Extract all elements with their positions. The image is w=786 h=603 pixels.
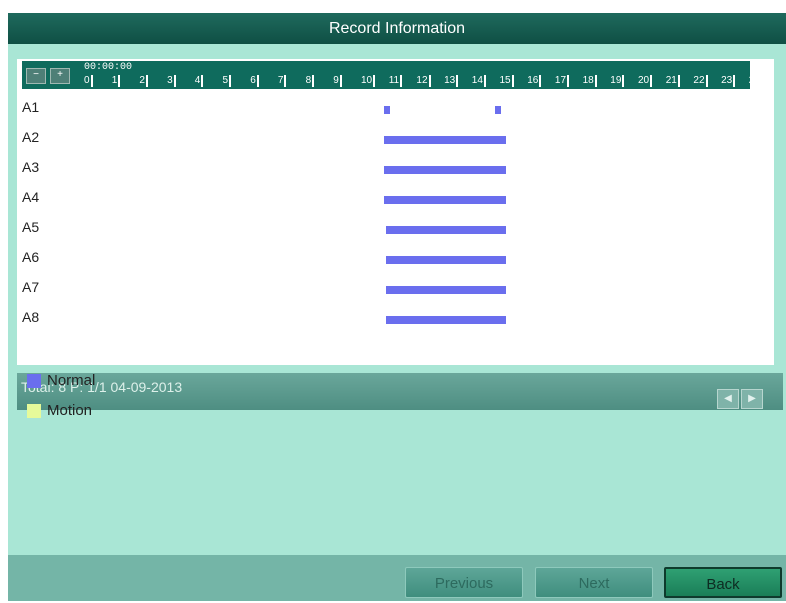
channel-label: A6 bbox=[22, 249, 40, 265]
timeline-header[interactable]: − + 00:00:00 0 1 2 3 4 5 6 7 8 9 10 11 12 13 14 15 16 17 1… bbox=[22, 61, 763, 89]
status-bar: Total: 8 P: 1/1 04-09-2013 ◀ ▶ bbox=[17, 373, 783, 410]
channel-label: A8 bbox=[22, 309, 40, 325]
hour-tick: 3 bbox=[167, 75, 176, 87]
recording-segment[interactable] bbox=[383, 106, 390, 114]
channel-label: A3 bbox=[22, 159, 40, 175]
recording-segment[interactable] bbox=[383, 136, 506, 144]
channel-row[interactable]: A4 bbox=[17, 181, 774, 211]
hour-tick: 7 bbox=[278, 75, 287, 87]
channel-row[interactable]: A7 bbox=[17, 271, 774, 301]
hour-tick: 8 bbox=[306, 75, 315, 87]
recording-segment[interactable] bbox=[386, 316, 506, 324]
channel-row[interactable]: A3 bbox=[17, 151, 774, 181]
back-button[interactable]: Back bbox=[664, 567, 782, 598]
hour-tick: 2 bbox=[139, 75, 148, 87]
recording-segment[interactable] bbox=[383, 196, 506, 204]
hour-tick: 20 bbox=[638, 75, 653, 87]
hour-tick: 24 bbox=[749, 75, 763, 87]
timeline-time-label: 00:00:00 bbox=[84, 62, 133, 73]
legend-motion-label: Motion bbox=[47, 402, 93, 419]
hour-tick: 18 bbox=[583, 75, 597, 87]
window-title: Record Information bbox=[8, 13, 786, 44]
previous-button[interactable]: Previous bbox=[405, 567, 523, 598]
hour-tick: 6 bbox=[250, 75, 259, 87]
channel-label: A7 bbox=[22, 279, 40, 295]
zoom-out-icon[interactable]: − bbox=[26, 68, 46, 84]
channel-row[interactable]: A5 bbox=[17, 211, 774, 241]
hour-tick: 5 bbox=[223, 75, 232, 87]
channel-label: A5 bbox=[22, 219, 40, 235]
status-text: Total: 8 P: 1/1 04-09-2013 bbox=[21, 379, 183, 395]
hour-tick: 10 bbox=[361, 75, 376, 87]
hour-tick: 16 bbox=[527, 75, 542, 87]
recording-segment[interactable] bbox=[386, 286, 506, 294]
bottom-button-bar: Previous Next Back bbox=[8, 555, 786, 601]
hour-tick: 15 bbox=[500, 75, 514, 87]
channel-label: A2 bbox=[22, 129, 40, 145]
legend-motion-swatch bbox=[27, 404, 41, 418]
next-button[interactable]: Next bbox=[535, 567, 653, 598]
recording-segment[interactable] bbox=[494, 106, 502, 114]
hour-tick: 23 bbox=[721, 75, 736, 87]
channel-label: A1 bbox=[22, 99, 40, 115]
hour-tick: 9 bbox=[333, 75, 342, 87]
hour-tick: 1 bbox=[112, 75, 121, 87]
channel-row[interactable]: A8 bbox=[17, 301, 774, 331]
arrow-right-icon[interactable]: ▶ bbox=[741, 389, 763, 409]
hour-tick: 22 bbox=[693, 75, 708, 87]
zoom-in-icon[interactable]: + bbox=[50, 68, 70, 84]
hour-tick: 19 bbox=[610, 75, 625, 87]
legend-normal-swatch bbox=[27, 374, 41, 388]
hour-tick: 13 bbox=[444, 75, 459, 87]
recording-segment[interactable] bbox=[386, 226, 506, 234]
record-information-window: Record Information − + 00:00:00 01234567… bbox=[8, 13, 786, 601]
channel-row[interactable]: A1 bbox=[17, 91, 774, 121]
hour-tick: 0 bbox=[84, 75, 93, 87]
record-timeline-panel: − + 00:00:00 0 1 2 3 4 5 6 7 8 9 10 11 12 13 14 15 16 17 1… bbox=[17, 59, 783, 410]
hour-tick: 14 bbox=[472, 75, 486, 87]
hour-tick: 11 bbox=[389, 75, 403, 87]
channel-row[interactable]: A2 bbox=[17, 121, 774, 151]
hour-tick: 12 bbox=[416, 75, 431, 87]
channel-label: A4 bbox=[22, 189, 40, 205]
recording-segment[interactable] bbox=[386, 256, 506, 264]
hour-tick: 17 bbox=[555, 75, 570, 87]
legend-normal-label: Normal bbox=[47, 372, 96, 389]
arrow-left-icon[interactable]: ◀ bbox=[717, 389, 739, 409]
hour-tick: 21 bbox=[666, 75, 680, 87]
channel-row[interactable]: A6 bbox=[17, 241, 774, 271]
recording-segment[interactable] bbox=[383, 166, 506, 174]
hour-tick: 4 bbox=[195, 75, 204, 87]
